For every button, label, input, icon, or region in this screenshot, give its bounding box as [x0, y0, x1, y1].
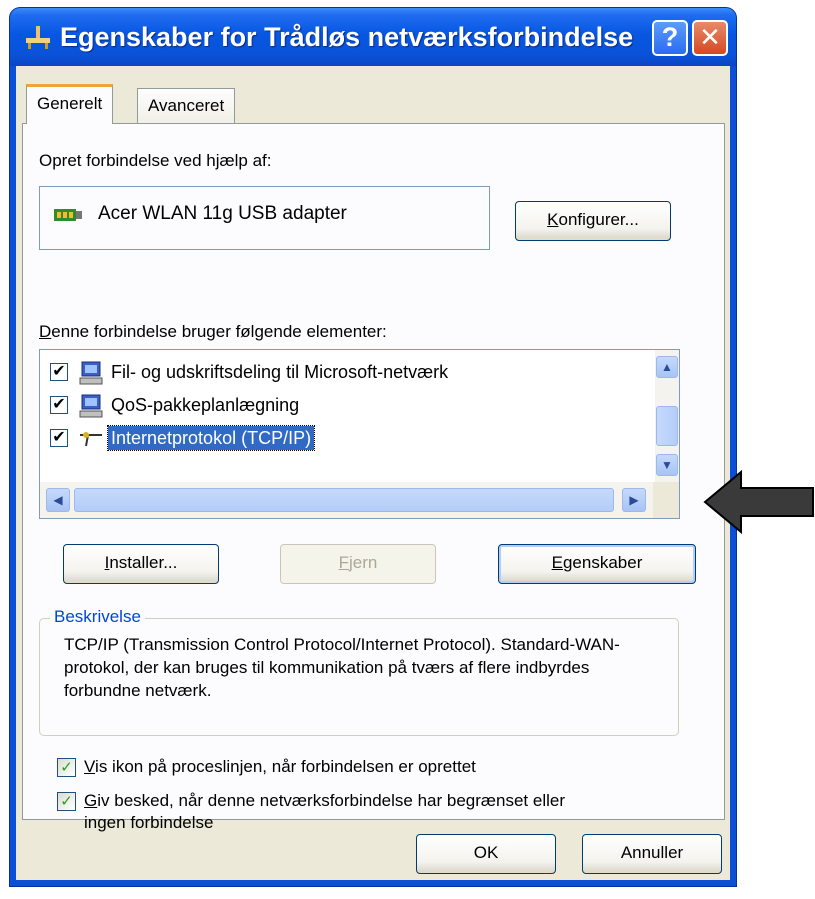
notify-option[interactable]: ✓ Giv besked, når denne netværksforbinde…: [57, 790, 717, 838]
item-label: Internetprotokol (TCP/IP): [106, 425, 316, 451]
description-text: TCP/IP (Transmission Control Protocol/In…: [64, 635, 620, 700]
scroll-left-icon[interactable]: ◀: [46, 488, 70, 512]
install-button[interactable]: Installer...: [63, 544, 219, 584]
adapter-name: Acer WLAN 11g USB adapter: [98, 203, 347, 224]
item-label: QoS-pakkeplanlægning: [111, 395, 300, 415]
components-list[interactable]: ✔ Fil- og udskriftsdeling til Microsoft-…: [39, 349, 680, 519]
list-item[interactable]: ✔ QoS-pakkeplanlægning: [50, 391, 610, 421]
show-icon-label: Vis ikon på proceslinjen, når forbindels…: [84, 757, 476, 776]
title-bar[interactable]: Egenskaber for Trådløs netværksforbindel…: [10, 8, 736, 66]
network-connection-icon: [26, 26, 50, 49]
protocol-icon: [80, 432, 102, 447]
ok-button[interactable]: OK: [416, 834, 556, 874]
configure-button[interactable]: Konfigurer...: [515, 201, 671, 241]
tab-generelt[interactable]: Generelt: [26, 84, 114, 124]
dialog-body: Generelt Avanceret Opret forbindelse ved…: [16, 66, 730, 880]
description-group: Beskrivelse TCP/IP (Transmission Control…: [39, 607, 679, 736]
scroll-down-icon[interactable]: ▼: [656, 454, 678, 476]
tab-panel-generelt: Opret forbindelse ved hjælp af: Acer WLA…: [22, 123, 725, 832]
adapter-display: Acer WLAN 11g USB adapter: [39, 186, 490, 250]
properties-button[interactable]: Egenskaber: [498, 544, 696, 584]
scroll-up-icon[interactable]: ▲: [656, 356, 678, 378]
item-checkbox[interactable]: ✔: [50, 363, 68, 381]
description-legend: Beskrivelse: [50, 607, 145, 627]
show-icon-checkbox[interactable]: ✓: [57, 758, 76, 777]
item-checkbox[interactable]: ✔: [50, 396, 68, 414]
connect-using-label: Opret forbindelse ved hjælp af:: [39, 151, 272, 170]
cancel-button[interactable]: Annuller: [582, 834, 722, 874]
scrollbar-corner: [653, 482, 679, 518]
vertical-scroll-thumb[interactable]: [656, 406, 678, 446]
close-button[interactable]: ✕: [692, 20, 728, 56]
horizontal-scroll-thumb[interactable]: [74, 488, 614, 512]
dialog-window: Egenskaber for Trådløs netværksforbindel…: [10, 8, 736, 886]
network-computer-icon: [79, 361, 103, 385]
network-adapter-icon: [54, 209, 82, 221]
help-button[interactable]: ?: [652, 20, 688, 56]
item-checkbox[interactable]: ✔: [50, 429, 68, 447]
window-title: Egenskaber for Trådløs netværksforbindel…: [60, 22, 636, 52]
horizontal-scrollbar[interactable]: ◀ ▶: [40, 482, 655, 518]
components-label: Denne forbindelse bruger følgende elemen…: [39, 322, 387, 341]
notify-label: Giv besked, når denne netværksforbindels…: [84, 791, 565, 832]
list-item[interactable]: ✔ Fil- og udskriftsdeling til Microsoft-…: [50, 358, 610, 388]
item-label: Fil- og udskriftsdeling til Microsoft-ne…: [111, 362, 449, 382]
notify-checkbox[interactable]: ✓: [57, 792, 76, 811]
show-icon-option[interactable]: ✓ Vis ikon på proceslinjen, når forbinde…: [57, 756, 697, 780]
tab-avanceret[interactable]: Avanceret: [137, 88, 236, 124]
scroll-right-icon[interactable]: ▶: [622, 488, 646, 512]
network-computer-icon: [79, 394, 103, 418]
list-item[interactable]: ✔ Internetprotokol (TCP/IP): [50, 424, 610, 454]
remove-button[interactable]: Fjern: [280, 544, 436, 584]
vertical-scrollbar[interactable]: ▲ ▼: [655, 350, 679, 483]
annotation-arrow-icon: [703, 470, 814, 534]
